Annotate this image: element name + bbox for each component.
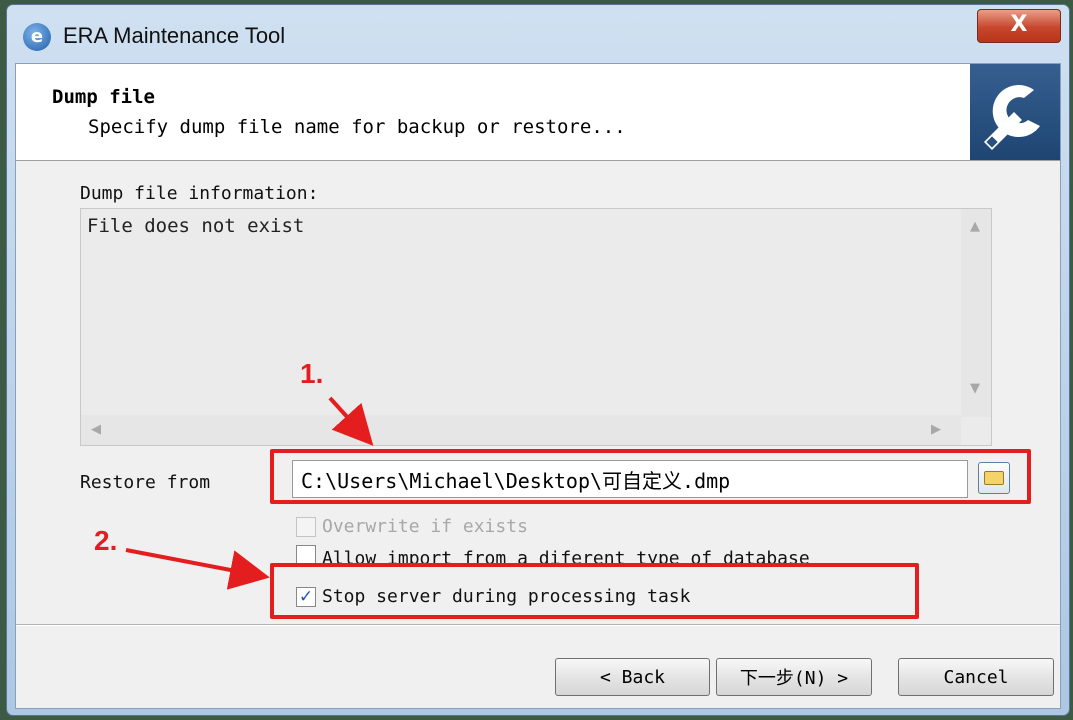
back-button[interactable]: < Back <box>555 658 710 696</box>
allow-import-label: Allow import from a diferent type of dat… <box>322 547 810 563</box>
wrench-icon <box>984 85 1040 150</box>
annotation-box-stop-server <box>270 563 919 619</box>
overwrite-label: Overwrite if exists <box>322 516 528 537</box>
allow-import-checkbox-row[interactable]: Allow import from a diferent type of dat… <box>296 545 810 565</box>
wizard-header: Dump file Specify dump file name for bac… <box>16 64 1060 161</box>
overwrite-checkbox[interactable] <box>296 516 316 537</box>
next-button[interactable]: 下一步(N) > <box>716 658 872 696</box>
horizontal-scrollbar[interactable]: ◀ ▶ <box>81 415 961 445</box>
annotation-step-1: 1. <box>300 358 324 389</box>
dump-info-label: Dump file information: <box>80 183 319 204</box>
window-title: ERA Maintenance Tool <box>63 23 286 48</box>
cancel-button[interactable]: Cancel <box>898 658 1054 696</box>
vertical-scrollbar[interactable]: ▲ ▼ <box>961 209 991 417</box>
dump-info-text: File does not exist <box>87 215 305 237</box>
page-subtitle: Specify dump file name for backup or res… <box>88 116 626 138</box>
scroll-down-icon[interactable]: ▼ <box>970 381 980 396</box>
annotation-step-2: 2. <box>94 525 118 556</box>
annotation-box-path <box>270 449 1031 504</box>
close-button[interactable]: X <box>977 9 1061 43</box>
footer-divider <box>16 624 1060 626</box>
restore-from-label: Restore from <box>80 472 211 493</box>
title-bar[interactable]: e ERA Maintenance Tool X <box>7 5 1069 63</box>
scroll-right-icon[interactable]: ▶ <box>931 422 941 437</box>
wrench-logo <box>970 64 1060 160</box>
page-title: Dump file <box>52 86 155 108</box>
dump-info-textarea[interactable]: File does not exist ▲ ▼ ◀ ▶ <box>80 208 992 446</box>
scroll-left-icon[interactable]: ◀ <box>91 422 101 437</box>
overwrite-checkbox-row[interactable]: Overwrite if exists <box>296 516 528 537</box>
allow-import-checkbox[interactable] <box>296 545 316 565</box>
scroll-up-icon[interactable]: ▲ <box>970 219 980 234</box>
era-app-icon: e <box>23 23 51 51</box>
